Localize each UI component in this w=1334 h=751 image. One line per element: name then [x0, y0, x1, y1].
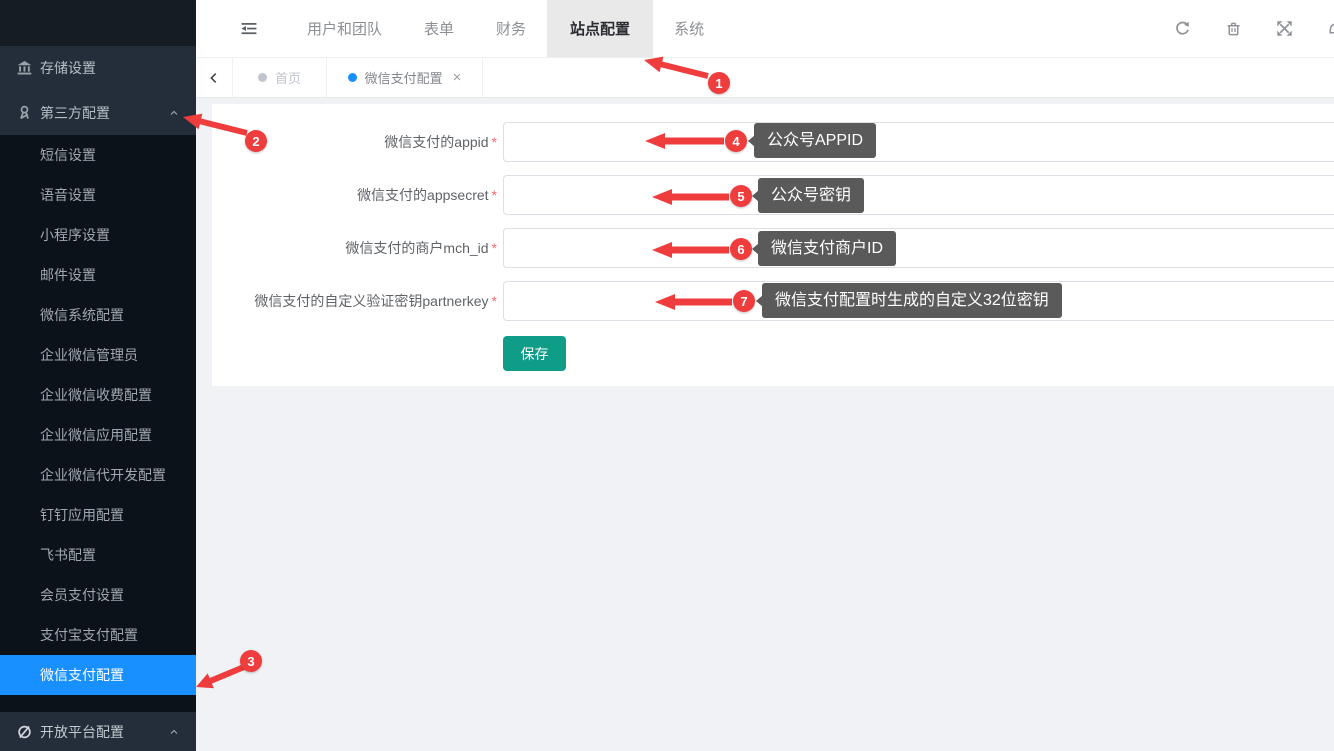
page-tab-bar: 首页 微信支付配置 × — [196, 58, 1334, 98]
tab-dot-icon — [258, 73, 267, 82]
sidebar-group-third-party[interactable]: 第三方配置 — [0, 90, 196, 135]
sidebar-item-dingtalk-app[interactable]: 钉钉应用配置 — [0, 495, 196, 535]
tabs-scroll-left-button[interactable] — [196, 58, 233, 97]
field-label: 微信支付的商户mch_id* — [212, 238, 497, 258]
mchid-input[interactable] — [503, 228, 1334, 268]
field-label: 微信支付的appsecret* — [212, 185, 497, 205]
sidebar-group-label: 开放平台配置 — [40, 722, 124, 742]
sidebar-item-alipay[interactable]: 支付宝支付配置 — [0, 615, 196, 655]
sidebar-item-wecom-admin[interactable]: 企业微信管理员 — [0, 335, 196, 375]
sidebar-item-wecom-dev[interactable]: 企业微信代开发配置 — [0, 455, 196, 495]
key-icon — [16, 105, 33, 121]
required-mark: * — [492, 293, 497, 309]
sidebar-submenu-padding — [0, 695, 196, 712]
chevron-up-icon — [168, 107, 180, 119]
menu-fold-icon — [240, 20, 258, 37]
chevron-left-icon — [207, 71, 221, 85]
nav-finance[interactable]: 财务 — [475, 0, 547, 57]
sidebar-item-mail[interactable]: 邮件设置 — [0, 255, 196, 295]
sidebar-item-wechat-pay-active[interactable]: 微信支付配置 — [0, 655, 196, 695]
save-button[interactable]: 保存 — [503, 336, 566, 371]
annotation-badge-3: 3 — [240, 650, 262, 672]
sidebar: 存储设置 第三方配置 短信设置 语音设置 小程序设置 邮件设置 微信系统配置 企… — [0, 0, 196, 751]
save-row: 保存 — [212, 336, 1334, 371]
nav-site-config-active[interactable]: 站点配置 — [547, 0, 653, 57]
sidebar-group-storage[interactable]: 存储设置 — [0, 46, 196, 90]
tooltip-appid: 公众号APPID — [754, 123, 876, 158]
sidebar-item-feishu[interactable]: 飞书配置 — [0, 535, 196, 575]
sidebar-group-label: 第三方配置 — [40, 103, 110, 123]
top-nav: 用户和团队 表单 财务 站点配置 系统 — [286, 0, 725, 57]
tab-label: 微信支付配置 — [365, 68, 443, 87]
annotation-badge-4: 4 — [725, 130, 747, 152]
chevron-up-icon — [168, 726, 180, 738]
collapse-sidebar-button[interactable] — [240, 0, 258, 57]
bank-icon — [16, 60, 33, 76]
required-mark: * — [492, 187, 497, 203]
refresh-icon[interactable] — [1174, 20, 1191, 37]
required-mark: * — [492, 240, 497, 256]
annotation-badge-1: 1 — [708, 72, 730, 94]
tab-dot-icon — [348, 73, 357, 82]
trash-icon[interactable] — [1225, 20, 1242, 37]
sidebar-item-wecom-app[interactable]: 企业微信应用配置 — [0, 415, 196, 455]
appid-input[interactable] — [503, 122, 1334, 162]
sidebar-item-voice[interactable]: 语音设置 — [0, 175, 196, 215]
nav-system[interactable]: 系统 — [653, 0, 725, 57]
tooltip-partnerkey: 微信支付配置时生成的自定义32位密钥 — [762, 283, 1062, 318]
tooltip-mchid: 微信支付商户ID — [758, 231, 896, 266]
main-area: 用户和团队 表单 财务 站点配置 系统 — [196, 0, 1334, 751]
required-mark: * — [492, 134, 497, 150]
annotation-badge-2: 2 — [245, 130, 267, 152]
annotation-badge-5: 5 — [730, 185, 752, 207]
tab-home[interactable]: 首页 — [233, 58, 327, 97]
fullscreen-icon[interactable] — [1276, 20, 1293, 37]
close-tab-icon[interactable]: × — [453, 70, 462, 85]
tooltip-appsecret: 公众号密钥 — [758, 178, 864, 213]
sidebar-item-wecom-billing[interactable]: 企业微信收费配置 — [0, 375, 196, 415]
field-label: 微信支付的自定义验证密钥partnerkey* — [212, 291, 497, 311]
sidebar-group-open-platform[interactable]: 开放平台配置 — [0, 712, 196, 751]
sidebar-submenu: 短信设置 语音设置 小程序设置 邮件设置 微信系统配置 企业微信管理员 企业微信… — [0, 135, 196, 695]
slash-circle-icon — [16, 724, 33, 740]
sidebar-group-label: 存储设置 — [40, 58, 96, 78]
nav-users-teams[interactable]: 用户和团队 — [286, 0, 403, 57]
sidebar-item-miniprogram[interactable]: 小程序设置 — [0, 215, 196, 255]
bell-icon[interactable] — [1327, 20, 1334, 37]
tab-label: 首页 — [275, 68, 301, 87]
nav-forms[interactable]: 表单 — [403, 0, 475, 57]
header-action-icons — [1174, 0, 1334, 57]
annotation-badge-6: 6 — [730, 238, 752, 260]
sidebar-item-sms[interactable]: 短信设置 — [0, 135, 196, 175]
tab-wechat-pay-config[interactable]: 微信支付配置 × — [327, 58, 483, 97]
top-header: 用户和团队 表单 财务 站点配置 系统 — [196, 0, 1334, 58]
sidebar-logo-area — [0, 0, 196, 46]
appsecret-input[interactable] — [503, 175, 1334, 215]
sidebar-item-wechat-system[interactable]: 微信系统配置 — [0, 295, 196, 335]
annotation-badge-7: 7 — [733, 290, 755, 312]
app-root: 存储设置 第三方配置 短信设置 语音设置 小程序设置 邮件设置 微信系统配置 企… — [0, 0, 1334, 751]
sidebar-item-member-pay[interactable]: 会员支付设置 — [0, 575, 196, 615]
